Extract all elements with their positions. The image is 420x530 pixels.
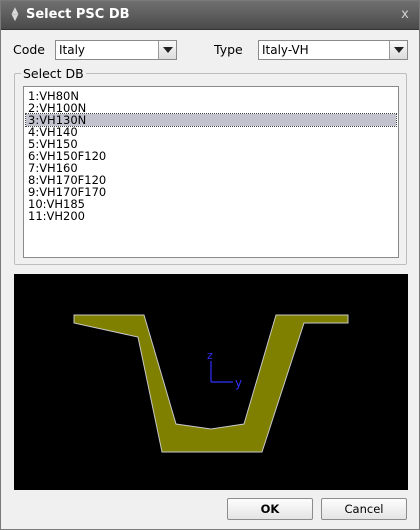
code-dropdown[interactable]: Italy xyxy=(55,40,177,60)
type-label: Type xyxy=(214,42,243,57)
type-dropdown-button[interactable] xyxy=(389,41,407,59)
y-axis-label: y xyxy=(235,376,242,390)
select-db-label: Select DB xyxy=(21,66,86,81)
section-preview: z y xyxy=(14,274,408,490)
psc-section-shape xyxy=(73,314,349,453)
code-label: Code xyxy=(13,42,46,57)
type-value: Italy-VH xyxy=(262,43,309,57)
code-dropdown-button[interactable] xyxy=(158,41,176,59)
chevron-down-icon xyxy=(394,47,404,53)
dialog-title: Select PSC DB xyxy=(26,7,130,22)
z-axis-label: z xyxy=(207,349,213,362)
db-list-item[interactable]: 11:VH200 xyxy=(26,210,396,222)
db-list-item[interactable]: 6:VH150F120 xyxy=(26,150,396,162)
section-preview-canvas: z y xyxy=(73,314,349,453)
select-psc-db-dialog: ▲ ▼ Select PSC DB x Code Italy Type Italy… xyxy=(0,0,420,530)
db-listbox[interactable]: 1:VH80N 2:VH100N 3:VH130N 4:VH140 5:VH150 6:V… xyxy=(23,86,399,258)
chevron-down-icon xyxy=(163,47,173,53)
updown-icon: ▲ ▼ xyxy=(11,6,19,23)
close-button[interactable]: x xyxy=(397,7,413,23)
code-value: Italy xyxy=(59,43,86,57)
type-dropdown[interactable]: Italy-VH xyxy=(258,40,408,60)
ok-button[interactable]: OK xyxy=(227,498,313,520)
axis-indicator: z y xyxy=(207,349,242,390)
db-list-item[interactable]: 4:VH140 xyxy=(26,126,396,138)
title-bar[interactable]: ▲ ▼ Select PSC DB x xyxy=(1,1,419,30)
cancel-button[interactable]: Cancel xyxy=(321,498,407,520)
db-list-item[interactable]: 3:VH130N xyxy=(25,113,397,127)
